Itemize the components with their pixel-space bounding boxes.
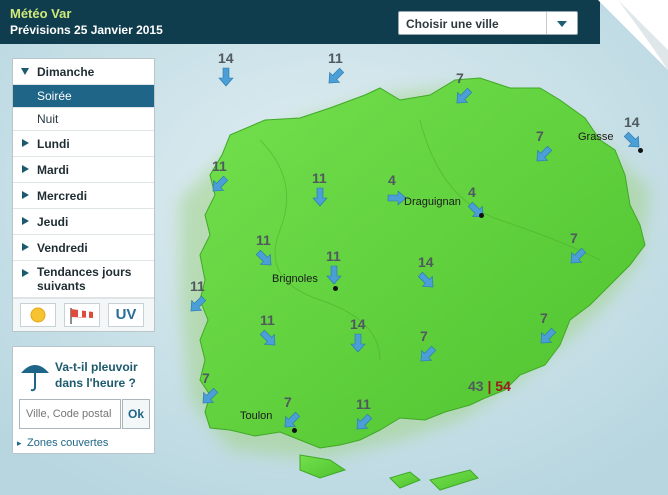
triangle-right-icon	[22, 139, 29, 147]
postal-code-input[interactable]	[19, 399, 121, 429]
wind-speed-label: 7	[284, 394, 292, 410]
day-label: Vendredi	[37, 241, 88, 255]
day-label: Tendances jours suivants	[37, 265, 132, 293]
wind-speed-label: 14	[624, 114, 640, 130]
sub-label: Soirée	[37, 89, 72, 103]
day-item-tendances[interactable]: Tendances jours suivants	[13, 261, 154, 298]
day-item-dimanche[interactable]: Dimanche	[13, 59, 154, 85]
triangle-right-icon	[22, 217, 29, 225]
city-select-label: Choisir une ville	[406, 17, 499, 31]
temp-min: 43	[468, 378, 484, 394]
day-label: Lundi	[37, 137, 70, 151]
city-marker	[292, 428, 297, 433]
wind-speed-label: 7	[540, 310, 548, 326]
triangle-right-icon	[22, 191, 29, 199]
wind-speed-label: 14	[418, 254, 434, 270]
wind-speed-label: 4	[468, 184, 476, 200]
city-label-draguignan: Draguignan	[404, 196, 461, 208]
rain-widget: Va-t-il pleuvoir dans l'heure ? Ok Zones…	[12, 346, 155, 454]
city-label-toulon: Toulon	[240, 410, 273, 422]
wind-speed-label: 11	[190, 278, 205, 294]
sun-icon[interactable]	[20, 303, 56, 327]
wind-speed-label: 14	[350, 316, 366, 332]
city-marker	[479, 213, 484, 218]
temp-separator: |	[487, 378, 492, 394]
zones-link[interactable]: Zones couvertes	[17, 437, 108, 449]
wind-speed-label: 14	[218, 50, 234, 66]
wind-speed-label: 7	[536, 128, 544, 144]
windsock-icon[interactable]	[64, 303, 100, 327]
city-label-brignoles: Brignoles	[272, 273, 318, 285]
triangle-down-icon	[21, 68, 29, 75]
wind-speed-label: 11	[312, 170, 327, 186]
sea-temperature: 43 | 54	[468, 378, 511, 394]
city-label-grasse: Grasse	[578, 131, 614, 143]
wind-speed-label: 11	[326, 248, 341, 264]
wind-speed-label: 11	[356, 396, 371, 412]
wind-speed-label: 7	[456, 70, 464, 86]
day-item-mardi[interactable]: Mardi	[13, 157, 154, 183]
page-curl-icon[interactable]	[598, 0, 668, 70]
wind-speed-label: 7	[420, 328, 428, 344]
wind-speed-label: 7	[202, 370, 210, 386]
forecast-date: Prévisions 25 Janvier 2015	[10, 23, 163, 37]
temp-max: 54	[495, 378, 511, 394]
day-label: Mercredi	[37, 189, 88, 203]
day-item-lundi[interactable]: Lundi	[13, 131, 154, 157]
city-select[interactable]: Choisir une ville	[398, 11, 578, 35]
wind-speed-label: 11	[256, 232, 271, 248]
sub-item-nuit[interactable]: Nuit	[13, 108, 154, 131]
wind-speed-label: 7	[570, 230, 578, 246]
city-marker	[333, 286, 338, 291]
ok-button[interactable]: Ok	[122, 399, 150, 429]
day-label: Jeudi	[37, 215, 69, 229]
day-item-jeudi[interactable]: Jeudi	[13, 209, 154, 235]
chevron-down-icon[interactable]	[546, 12, 577, 34]
triangle-right-icon	[22, 269, 29, 277]
app-title: Météo Var	[10, 6, 72, 21]
umbrella-icon	[21, 365, 49, 392]
sub-label: Nuit	[37, 112, 59, 126]
sub-item-soiree[interactable]: Soirée	[13, 85, 154, 108]
wind-speed-label: 4	[388, 172, 396, 188]
uv-button[interactable]: UV	[108, 303, 144, 327]
day-label: Dimanche	[37, 65, 95, 79]
triangle-right-icon	[22, 243, 29, 251]
rain-question: Va-t-il pleuvoir dans l'heure ?	[55, 360, 138, 390]
day-item-vendredi[interactable]: Vendredi	[13, 235, 154, 261]
day-item-mercredi[interactable]: Mercredi	[13, 183, 154, 209]
day-label: Mardi	[37, 163, 70, 177]
wind-speed-label: 11	[260, 312, 275, 328]
city-marker	[638, 148, 643, 153]
triangle-right-icon	[22, 165, 29, 173]
wind-speed-label: 11	[212, 158, 227, 174]
map-layer-switcher: UV	[13, 298, 154, 331]
wind-speed-label: 11	[328, 50, 343, 66]
day-navigation: Dimanche Soirée Nuit Lundi Mardi Mercred…	[12, 58, 155, 332]
